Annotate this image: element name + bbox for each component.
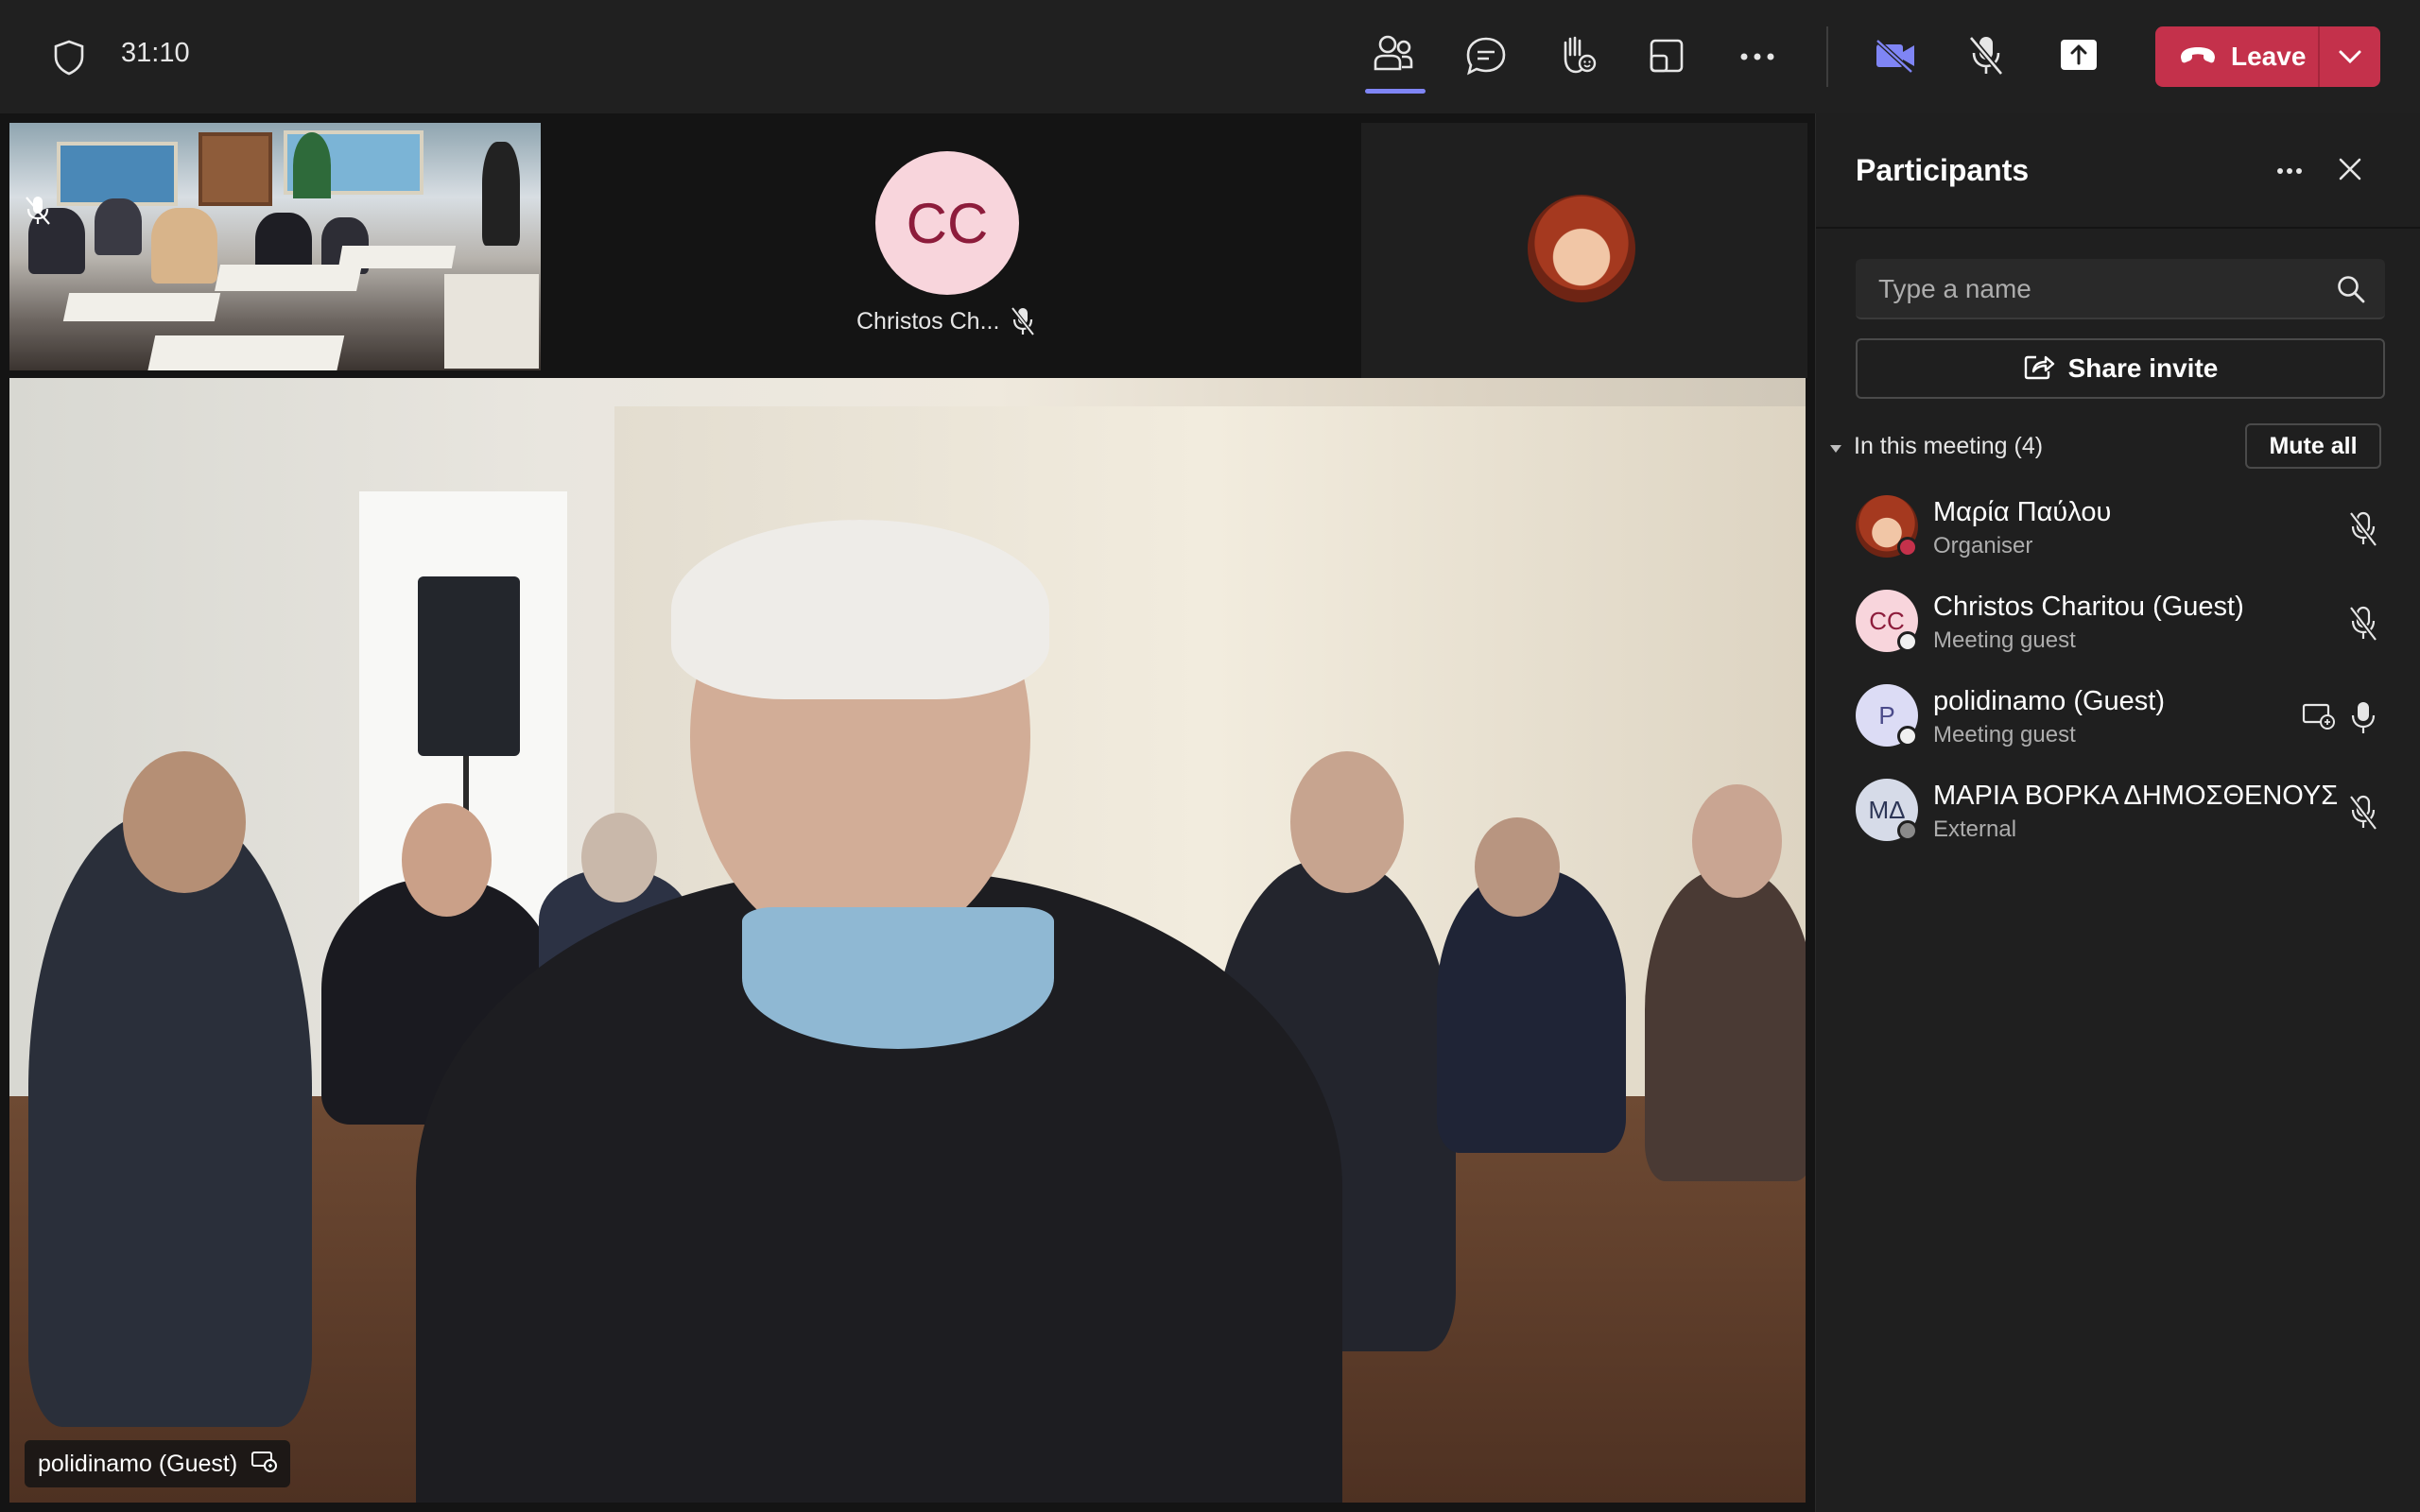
classroom-mic-off-icon	[23, 195, 57, 229]
toolbar-divider	[1826, 26, 1828, 87]
mic-icon[interactable]	[2347, 699, 2379, 742]
panel-divider	[1816, 227, 2420, 229]
chevron-down-icon[interactable]	[2320, 26, 2380, 87]
participant-row[interactable]: ΜΔ ΜΑΡΙΑ ΒΟΡΚΑ ΔΗΜΟΣΘΕΝΟΥΣ External	[1816, 765, 2420, 860]
participant-name: Μαρία Παύλου	[1933, 497, 2112, 527]
share-icon	[2023, 352, 2055, 386]
view-icon[interactable]	[1649, 38, 1685, 74]
participant-row[interactable]: CC Christos Charitou (Guest) Meeting gue…	[1816, 576, 2420, 671]
mic-off-icon	[1010, 306, 1036, 341]
shield-icon[interactable]	[53, 40, 85, 76]
video-caption: polidinamo (Guest)	[25, 1440, 291, 1487]
meeting-toolbar: 31:10 Leave	[0, 0, 2420, 113]
raise-hand-icon[interactable]	[1556, 34, 1598, 76]
participant-name: polidinamo (Guest)	[1933, 686, 2165, 716]
screen-share-icon	[2302, 701, 2336, 736]
caption-name: polidinamo (Guest)	[38, 1450, 238, 1477]
search-input[interactable]	[1856, 259, 2334, 319]
meeting-section-header[interactable]: In this meeting (4)	[1829, 433, 2043, 460]
participant-role: Meeting guest	[1933, 627, 2076, 653]
chat-icon[interactable]	[1465, 36, 1507, 76]
meeting-timer: 31:10	[121, 38, 190, 68]
participant-name: ΜΑΡΙΑ ΒΟΡΚΑ ΔΗΜΟΣΘΕΝΟΥΣ	[1933, 781, 2339, 811]
mic-off-icon[interactable]	[2347, 510, 2379, 553]
maria-video-tile[interactable]	[1361, 123, 1807, 378]
leave-main[interactable]: Leave	[2155, 26, 2318, 87]
main-video-feed[interactable]	[9, 378, 1806, 1503]
more-icon[interactable]	[1739, 53, 1775, 60]
participant-role: Meeting guest	[1933, 722, 2076, 747]
mute-all-button[interactable]: Mute all	[2245, 423, 2381, 469]
screen-share-icon	[237, 1450, 278, 1479]
share-invite-button[interactable]: Share invite	[1856, 338, 2385, 399]
people-icon[interactable]	[1373, 34, 1414, 74]
status-badge	[1897, 537, 1918, 558]
participants-panel: Participants Share invite In this meetin…	[1815, 113, 2420, 1512]
status-badge	[1897, 631, 1918, 652]
section-label: In this meeting (4)	[1854, 433, 2044, 459]
avatar: CC	[875, 151, 1019, 295]
search-icon[interactable]	[2336, 274, 2366, 309]
close-icon[interactable]	[2336, 155, 2364, 188]
classroom-video-tile[interactable]	[9, 123, 541, 370]
christos-video-tile[interactable]: CC Christos Ch...	[541, 123, 1361, 378]
search-box	[1856, 259, 2385, 319]
people-tab-indicator	[1365, 89, 1426, 94]
status-badge	[1897, 726, 1918, 747]
leave-button[interactable]: Leave	[2155, 26, 2380, 87]
share-tray-icon[interactable]	[2059, 38, 2099, 72]
share-invite-label: Share invite	[2067, 353, 2219, 383]
camera-off-icon[interactable]	[1874, 38, 1917, 74]
more-icon[interactable]	[2275, 157, 2304, 190]
mic-off-icon[interactable]	[2347, 605, 2379, 647]
leave-label: Leave	[2231, 42, 2307, 71]
participant-role: External	[1933, 816, 2017, 842]
panel-title: Participants	[1856, 153, 2030, 187]
participant-row[interactable]: P polidinamo (Guest) Meeting guest	[1816, 671, 2420, 765]
phone-hangup-icon	[2178, 44, 2218, 70]
avatar	[1528, 195, 1635, 302]
participant-name: Christos Charitou (Guest)	[1933, 592, 2244, 622]
tile-name-label: Christos Ch...	[856, 308, 1000, 335]
participant-role: Organiser	[1933, 533, 2033, 558]
participant-row[interactable]: Μαρία Παύλου Organiser	[1816, 482, 2420, 576]
status-badge	[1897, 820, 1918, 841]
caret-down-icon	[1829, 433, 1854, 460]
mic-off-icon[interactable]	[2347, 794, 2379, 836]
mic-off-icon[interactable]	[1966, 34, 2006, 77]
